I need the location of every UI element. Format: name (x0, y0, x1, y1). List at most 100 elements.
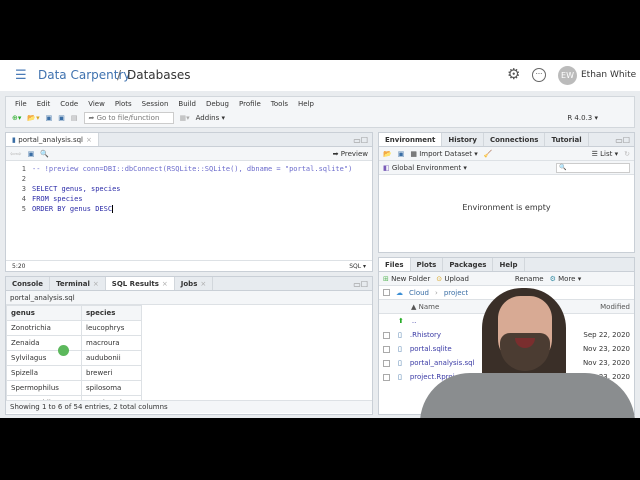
editor-tab-label: portal_analysis.sql (18, 136, 83, 144)
open-file-icon[interactable]: 📂▾ (27, 114, 39, 122)
save-all-icon[interactable]: ▣ (58, 114, 65, 122)
preview-button[interactable]: ➡ Preview (333, 150, 368, 158)
tab-connections[interactable]: Connections (484, 133, 546, 146)
gear-icon[interactable]: ⚙ (507, 65, 520, 83)
tab-plots[interactable]: Plots (411, 258, 444, 271)
menu-file[interactable]: File (15, 100, 27, 108)
avatar[interactable]: EW (558, 66, 577, 85)
tab-jobs[interactable]: Jobs × (175, 277, 214, 290)
upload-button[interactable]: ⊙ Upload (436, 275, 469, 283)
menu-plots[interactable]: Plots (115, 100, 132, 108)
tab-packages[interactable]: Packages (443, 258, 494, 271)
back-forward-icon[interactable]: ⇦⇨ (10, 150, 22, 158)
menu-build[interactable]: Build (178, 100, 196, 108)
file-icon: ▯ (398, 345, 402, 353)
menu-view[interactable]: View (88, 100, 105, 108)
tab-environment[interactable]: Environment (379, 133, 443, 146)
tab-help[interactable]: Help (493, 258, 525, 271)
app-header: ☰ Data Carpentry / Databases ⚙ ··· EW Et… (0, 60, 640, 91)
results-source: portal_analysis.sql (6, 291, 372, 305)
list-view-dropdown[interactable]: ☰ List ▾ (592, 150, 619, 158)
hamburger-menu-icon[interactable]: ☰ (15, 68, 27, 83)
save-icon[interactable]: ▣ (28, 150, 35, 158)
editor-tab[interactable]: ▮ portal_analysis.sql × (6, 133, 99, 146)
search-icon[interactable]: 🔍 (40, 150, 49, 158)
tab-console[interactable]: Console (6, 277, 51, 290)
table-row[interactable]: Spizella breweri (6, 365, 142, 381)
code-area[interactable]: 1 2 3 4 5 -- !preview conn=DBI::dbConnec… (6, 161, 372, 255)
open-icon[interactable]: 📂 (383, 150, 392, 158)
menu-debug[interactable]: Debug (206, 100, 229, 108)
table-row[interactable]: Spermophilus spilosoma (6, 380, 142, 396)
user-name[interactable]: Ethan White (581, 70, 636, 80)
file-type-dropdown[interactable]: SQL ▾ (349, 263, 366, 270)
console-pane: Console Terminal × SQL Results × Jobs × ▭☐ … (5, 276, 373, 415)
minimize-maximize-icon[interactable]: ▭☐ (615, 136, 630, 145)
new-folder-button[interactable]: ⊞ New Folder (383, 275, 430, 283)
column-header-species[interactable]: species (81, 305, 142, 321)
tab-files[interactable]: Files (379, 258, 411, 271)
menu-profile[interactable]: Profile (239, 100, 261, 108)
minimize-maximize-icon[interactable]: ▭☐ (353, 280, 368, 289)
environment-pane: Environment History Connections Tutorial… (378, 132, 635, 253)
table-row[interactable]: Sylvilagus audubonii (6, 350, 142, 366)
cloud-icon: ☁ (396, 288, 403, 297)
import-dataset-button[interactable]: ▦ Import Dataset ▾ (410, 150, 477, 158)
line-number: 1 (21, 165, 26, 173)
webcam-overlay (420, 288, 635, 418)
file-checkbox[interactable] (383, 331, 390, 339)
file-checkbox[interactable] (383, 373, 390, 381)
more-button[interactable]: ⚙ More ▾ (550, 275, 582, 283)
refresh-icon[interactable]: ↻ (624, 150, 630, 158)
results-grid[interactable]: genus species Zonotrichia leucophrys Zenaid… (6, 305, 372, 400)
tab-history[interactable]: History (442, 133, 484, 146)
file-name[interactable]: .. (412, 317, 416, 325)
more-options-icon[interactable]: ··· (532, 68, 546, 82)
file-checkbox[interactable] (383, 359, 390, 367)
rename-button[interactable]: Rename (515, 275, 544, 283)
tab-tutorial[interactable]: Tutorial (545, 133, 589, 146)
file-checkbox[interactable] (383, 345, 390, 353)
minimize-maximize-icon[interactable]: ▭☐ (353, 136, 368, 145)
menu-help[interactable]: Help (298, 100, 314, 108)
line-number: 4 (21, 195, 26, 203)
menu-code[interactable]: Code (60, 100, 78, 108)
table-cell: leucophrys (81, 320, 142, 336)
menu-tools[interactable]: Tools (271, 100, 288, 108)
close-icon[interactable]: × (86, 136, 92, 144)
select-all-checkbox[interactable] (383, 289, 390, 296)
table-row[interactable]: Zenaida macroura (6, 335, 142, 351)
table-cell: Zenaida (6, 335, 82, 351)
table-row[interactable]: Zonotrichia leucophrys (6, 320, 142, 336)
broom-icon[interactable]: 🧹 (484, 150, 493, 158)
list-label: List (600, 149, 613, 158)
addins-dropdown[interactable]: Addins ▾ (196, 114, 225, 122)
new-file-icon[interactable]: ⊕▾ (12, 114, 21, 122)
more-label: More (558, 274, 576, 283)
menu-edit[interactable]: Edit (37, 100, 51, 108)
environment-search-input[interactable]: 🔍 (556, 162, 630, 173)
line-number: 2 (21, 175, 26, 183)
column-header-genus[interactable]: genus (6, 305, 82, 321)
line-number: 3 (21, 185, 26, 193)
tab-terminal[interactable]: Terminal × (50, 277, 106, 290)
goto-file-input[interactable]: ➦ Go to file/function (83, 112, 174, 124)
save-icon[interactable]: ▣ (46, 114, 53, 122)
line-number: 5 (21, 205, 26, 213)
rstudio-ide: File Edit Code View Plots Session Build … (0, 91, 640, 418)
print-icon[interactable]: ▤ (71, 114, 78, 122)
menu-session[interactable]: Session (142, 100, 169, 108)
tab-sql-results[interactable]: SQL Results × (105, 277, 175, 290)
save-icon[interactable]: ▣ (398, 150, 405, 158)
table-row[interactable]: Spermophilustereticaudus (6, 395, 142, 400)
grid-icon[interactable]: ▦▾ (180, 114, 190, 122)
cursor-indicator (58, 345, 69, 356)
file-icon: ▯ (398, 359, 402, 367)
main-toolbar: ⊕▾ 📂▾ ▣ ▣ ▤ ➦ Go to file/function ▦▾ Add… (6, 111, 634, 125)
results-footer: Showing 1 to 6 of 54 entries, 2 total co… (6, 400, 372, 413)
scope-dropdown[interactable]: ◧ Global Environment ▾ (383, 164, 467, 172)
r-version-dropdown[interactable]: R 4.0.3 ▾ (567, 114, 598, 122)
file-icon: ▯ (398, 331, 402, 339)
code-line: FROM species (32, 195, 83, 203)
